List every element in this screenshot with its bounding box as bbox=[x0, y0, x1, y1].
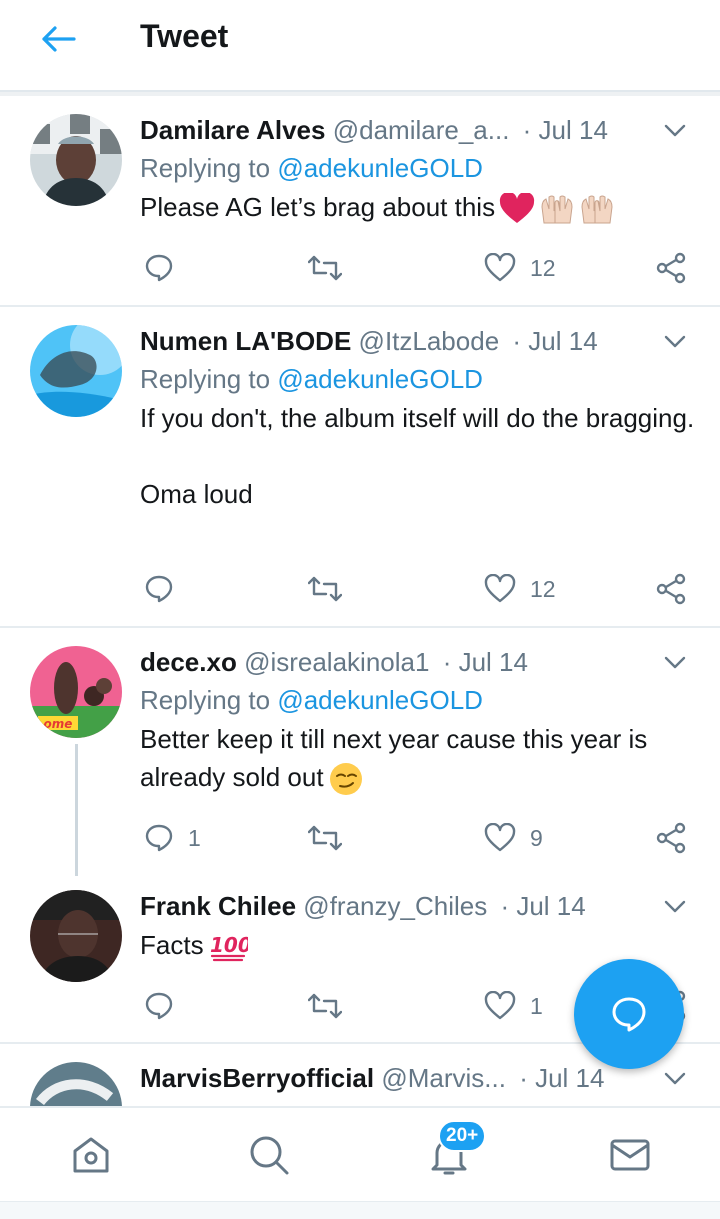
tweet-time[interactable]: · Jul 14 bbox=[443, 647, 528, 677]
mention-link[interactable]: @adekunleGOLD bbox=[277, 364, 483, 394]
avatar[interactable] bbox=[30, 325, 122, 417]
like-count: 9 bbox=[530, 824, 543, 851]
tweet-text: Better keep it till next year cause this… bbox=[140, 720, 700, 797]
mention-link[interactable]: @adekunleGOLD bbox=[277, 153, 483, 183]
share-icon bbox=[656, 252, 686, 284]
author-handle[interactable]: @damilare_a... bbox=[333, 115, 510, 145]
tweet-time[interactable]: · Jul 14 bbox=[519, 1063, 604, 1093]
retweet-button[interactable] bbox=[308, 569, 356, 609]
share-button[interactable] bbox=[656, 248, 688, 288]
like-count: 1 bbox=[530, 992, 543, 1019]
hundred-points-text: 100 bbox=[210, 933, 248, 957]
compose-reply-button[interactable] bbox=[574, 959, 684, 1069]
chevron-down-icon[interactable] bbox=[662, 650, 688, 676]
share-icon bbox=[656, 573, 686, 605]
top-app-bar: Tweet bbox=[0, 0, 720, 92]
hundred-points-icon: 100 bbox=[208, 932, 248, 962]
thread-connector bbox=[75, 744, 78, 876]
author-name[interactable]: dece.xo bbox=[140, 647, 237, 677]
reply-button[interactable] bbox=[144, 986, 188, 1026]
retweet-button[interactable] bbox=[308, 986, 356, 1026]
author-handle[interactable]: @Marvis... bbox=[381, 1063, 506, 1093]
tweet-time[interactable]: · Jul 14 bbox=[523, 115, 608, 145]
retweet-icon bbox=[308, 825, 342, 851]
avatar[interactable] bbox=[30, 890, 122, 982]
back-arrow-icon[interactable] bbox=[38, 22, 78, 56]
replies-feed[interactable]: Damilare Alves @damilare_a... · Jul 14 R… bbox=[0, 96, 720, 1106]
retweet-icon bbox=[308, 993, 342, 1019]
heart-outline-icon bbox=[484, 991, 516, 1020]
system-nav-strip bbox=[0, 1201, 720, 1219]
like-button[interactable]: 12 bbox=[484, 248, 556, 288]
chevron-down-icon[interactable] bbox=[662, 894, 688, 920]
tweet-time[interactable]: · Jul 14 bbox=[500, 891, 585, 921]
tweet-actions: 12 bbox=[140, 569, 700, 609]
author-handle[interactable]: @isrealakinola1 bbox=[244, 647, 429, 677]
notifications-badge: 20+ bbox=[438, 1120, 487, 1152]
heart-outline-icon bbox=[484, 253, 516, 282]
tab-home[interactable] bbox=[66, 1130, 116, 1180]
chevron-down-icon[interactable] bbox=[662, 1066, 688, 1092]
share-button[interactable] bbox=[656, 818, 688, 858]
raised-hands-icon bbox=[579, 193, 615, 225]
retweet-button[interactable] bbox=[308, 248, 356, 288]
tweet-time[interactable]: · Jul 14 bbox=[512, 326, 597, 356]
search-icon bbox=[250, 1136, 289, 1175]
author-name[interactable]: Frank Chilee bbox=[140, 891, 296, 921]
reply-icon bbox=[145, 575, 173, 603]
avatar[interactable] bbox=[30, 1062, 122, 1106]
bottom-tab-bar bbox=[0, 1106, 720, 1201]
avatar-text: ome bbox=[44, 717, 73, 731]
like-button[interactable]: 9 bbox=[484, 818, 543, 858]
like-button[interactable]: 12 bbox=[484, 569, 556, 609]
author-handle[interactable]: @ItzLabode bbox=[359, 326, 500, 356]
avatar[interactable]: ome bbox=[30, 646, 122, 738]
heart-outline-icon bbox=[484, 574, 516, 603]
raised-hands-icon bbox=[539, 193, 575, 225]
replying-to: Replying to @adekunleGOLD bbox=[140, 364, 483, 394]
author-name[interactable]: Damilare Alves bbox=[140, 115, 325, 145]
mention-link[interactable]: @adekunleGOLD bbox=[277, 685, 483, 715]
avatar[interactable] bbox=[30, 114, 122, 206]
mail-icon bbox=[610, 1139, 650, 1171]
chevron-down-icon[interactable] bbox=[662, 118, 688, 144]
tweet-reply[interactable]: Damilare Alves @damilare_a... · Jul 14 R… bbox=[0, 96, 720, 307]
like-count: 12 bbox=[530, 254, 556, 281]
reply-icon bbox=[145, 254, 173, 282]
like-count: 12 bbox=[530, 575, 556, 602]
author-name[interactable]: MarvisBerryofficial bbox=[140, 1063, 374, 1093]
tweet-actions: 1 9 bbox=[140, 818, 700, 858]
red-heart-icon bbox=[499, 193, 535, 225]
tweet-text: Please AG let’s brag about this bbox=[140, 188, 700, 226]
reply-icon bbox=[145, 824, 173, 852]
tweet-reply[interactable]: ome dece.xo @isrealakinola1 · Jul 14 Rep… bbox=[0, 628, 720, 876]
retweet-icon bbox=[308, 255, 342, 281]
chevron-down-icon[interactable] bbox=[662, 329, 688, 355]
home-icon bbox=[73, 1137, 109, 1173]
reply-count: 1 bbox=[188, 824, 201, 851]
reply-icon bbox=[145, 992, 173, 1020]
retweet-button[interactable] bbox=[308, 818, 356, 858]
replying-to: Replying to @adekunleGOLD bbox=[140, 685, 483, 715]
reply-button[interactable]: 1 bbox=[144, 818, 201, 858]
tab-search[interactable] bbox=[244, 1130, 294, 1180]
replying-to: Replying to @adekunleGOLD bbox=[140, 153, 483, 183]
smirking-face-icon bbox=[328, 761, 364, 797]
like-button[interactable]: 1 bbox=[484, 986, 543, 1026]
share-button[interactable] bbox=[656, 569, 688, 609]
tweet-reply[interactable]: Numen LA'BODE @ItzLabode · Jul 14 Replyi… bbox=[0, 307, 720, 628]
retweet-icon bbox=[308, 576, 342, 602]
page-title: Tweet bbox=[140, 18, 229, 54]
author-handle[interactable]: @franzy_Chiles bbox=[303, 891, 487, 921]
author-name[interactable]: Numen LA'BODE bbox=[140, 326, 351, 356]
reply-button[interactable] bbox=[144, 248, 188, 288]
share-icon bbox=[656, 822, 686, 854]
tweet-text: Facts 100 bbox=[140, 926, 700, 964]
tweet-text: If you don't, the album itself will do t… bbox=[140, 403, 695, 509]
reply-button[interactable] bbox=[144, 569, 188, 609]
heart-outline-icon bbox=[484, 823, 516, 852]
tweet-actions: 12 bbox=[140, 248, 700, 288]
reply-bubble-icon bbox=[612, 997, 646, 1032]
tab-messages[interactable] bbox=[605, 1130, 655, 1180]
